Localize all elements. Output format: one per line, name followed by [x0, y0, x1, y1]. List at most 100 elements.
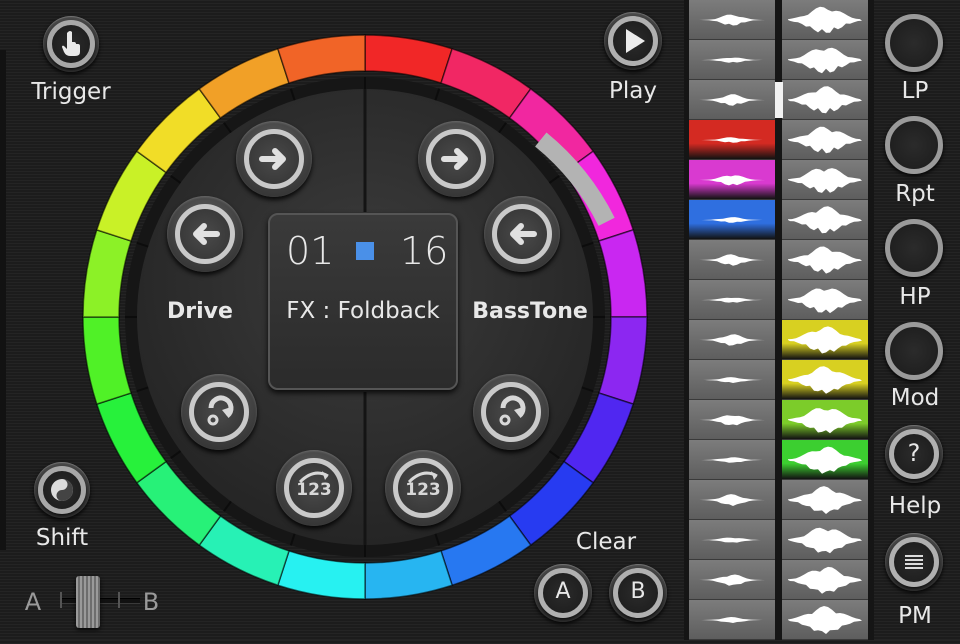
- waveform-icon: [788, 527, 862, 554]
- waveform-icon: [695, 297, 769, 303]
- track-cell[interactable]: [689, 0, 775, 40]
- waveform-icon: [695, 537, 769, 543]
- clear-label: Clear: [575, 529, 637, 555]
- play-icon: [626, 29, 645, 53]
- waveform-icon: [788, 126, 862, 154]
- playhead-marker: [775, 82, 783, 118]
- waveform-icon: [788, 486, 862, 514]
- basstone-label: BassTone: [472, 299, 588, 324]
- left-edge-strip: [0, 50, 6, 550]
- help-label: Help: [888, 493, 942, 519]
- hp-label: HP: [899, 284, 931, 310]
- lp-button[interactable]: [885, 14, 943, 72]
- track-cell[interactable]: [782, 440, 868, 480]
- play-label: Play: [609, 78, 657, 104]
- track-cell[interactable]: [689, 480, 775, 520]
- track-cell[interactable]: [782, 80, 868, 120]
- track-cell[interactable]: [782, 360, 868, 400]
- stop-square[interactable]: [356, 242, 374, 260]
- track-cell[interactable]: [689, 240, 775, 280]
- arrow-right-icon: [259, 148, 286, 170]
- rpt-button[interactable]: [885, 116, 943, 174]
- pm-button[interactable]: [885, 533, 943, 591]
- track-cell[interactable]: [689, 520, 775, 560]
- waveform-icon: [695, 217, 769, 223]
- track-cell[interactable]: [782, 40, 868, 80]
- track-cell[interactable]: [782, 200, 868, 240]
- track-cell[interactable]: [782, 520, 868, 560]
- drive-prev-button[interactable]: [167, 196, 243, 272]
- basstone-prev-button[interactable]: [484, 196, 560, 272]
- track-cell[interactable]: [689, 80, 775, 120]
- drive-count-button[interactable]: 123: [276, 450, 352, 526]
- fx-name: FX : Foldback: [286, 298, 440, 324]
- hp-button[interactable]: [885, 219, 943, 277]
- question-icon: ?: [907, 439, 921, 467]
- track-cell[interactable]: [689, 400, 775, 440]
- color-ring-segment[interactable]: [598, 316, 648, 406]
- help-button[interactable]: ?: [885, 425, 943, 483]
- drive-loop-button[interactable]: [181, 374, 257, 450]
- center-display: 01 16 FX : Foldback: [268, 213, 458, 390]
- crossfader-a-label: A: [24, 588, 42, 616]
- track-a[interactable]: [689, 0, 775, 640]
- track-cell[interactable]: [689, 40, 775, 80]
- track-cell[interactable]: [782, 240, 868, 280]
- track-cell[interactable]: [689, 320, 775, 360]
- play-button[interactable]: [604, 12, 662, 70]
- waveform-icon: [695, 377, 769, 383]
- track-cell[interactable]: [689, 280, 775, 320]
- track-b[interactable]: [782, 0, 868, 640]
- track-cell[interactable]: [782, 480, 868, 520]
- color-ring-segment[interactable]: [82, 228, 132, 318]
- loop-icon: [207, 395, 234, 426]
- waveform-icon: [788, 288, 862, 314]
- track-cell[interactable]: [689, 560, 775, 600]
- crossfader-tick-left: [60, 592, 62, 608]
- drive-next-button[interactable]: [236, 121, 312, 197]
- track-cell[interactable]: [782, 0, 868, 40]
- waveform-icon: [788, 366, 862, 394]
- clear-a-button[interactable]: A: [534, 564, 592, 622]
- track-cell[interactable]: [782, 400, 868, 440]
- color-ring-segment[interactable]: [276, 550, 366, 600]
- menu-lines-icon: [905, 555, 923, 569]
- track-cell[interactable]: [689, 160, 775, 200]
- track-cell[interactable]: [689, 360, 775, 400]
- track-cell[interactable]: [689, 120, 775, 160]
- waveform-icon: [695, 175, 769, 186]
- basstone-count-button[interactable]: 123: [385, 450, 461, 526]
- waveform-icon: [788, 6, 862, 33]
- color-ring-segment[interactable]: [364, 550, 454, 600]
- waveform-icon: [788, 606, 862, 634]
- color-ring-segment[interactable]: [598, 228, 648, 318]
- track-cell[interactable]: [782, 320, 868, 360]
- waveform-icon: [788, 86, 862, 114]
- clear-a-text: A: [555, 579, 571, 604]
- track-cell[interactable]: [689, 600, 775, 640]
- waveform-icon: [788, 446, 862, 474]
- color-ring-segment[interactable]: [82, 316, 132, 406]
- loop-icon: [499, 395, 526, 426]
- mod-label: Mod: [890, 385, 940, 411]
- track-cell[interactable]: [782, 120, 868, 160]
- mod-button[interactable]: [885, 322, 943, 380]
- arrow-right-icon: [441, 148, 468, 170]
- track-cell[interactable]: [689, 200, 775, 240]
- track-cell[interactable]: [782, 160, 868, 200]
- basstone-next-button[interactable]: [418, 121, 494, 197]
- waveform-icon: [788, 566, 862, 594]
- waveform-icon: [695, 457, 769, 463]
- track-cell[interactable]: [689, 440, 775, 480]
- counter-text: 123: [296, 480, 332, 500]
- color-ring-segment[interactable]: [276, 34, 366, 84]
- track-cell[interactable]: [782, 600, 868, 640]
- track-cell[interactable]: [782, 280, 868, 320]
- clear-b-button[interactable]: B: [609, 564, 667, 622]
- waveform-icon: [788, 326, 862, 354]
- waveform-icon: [695, 57, 769, 63]
- waveform-icon: [695, 14, 769, 26]
- basstone-loop-button[interactable]: [473, 374, 549, 450]
- track-cell[interactable]: [782, 560, 868, 600]
- color-ring-segment[interactable]: [364, 34, 454, 84]
